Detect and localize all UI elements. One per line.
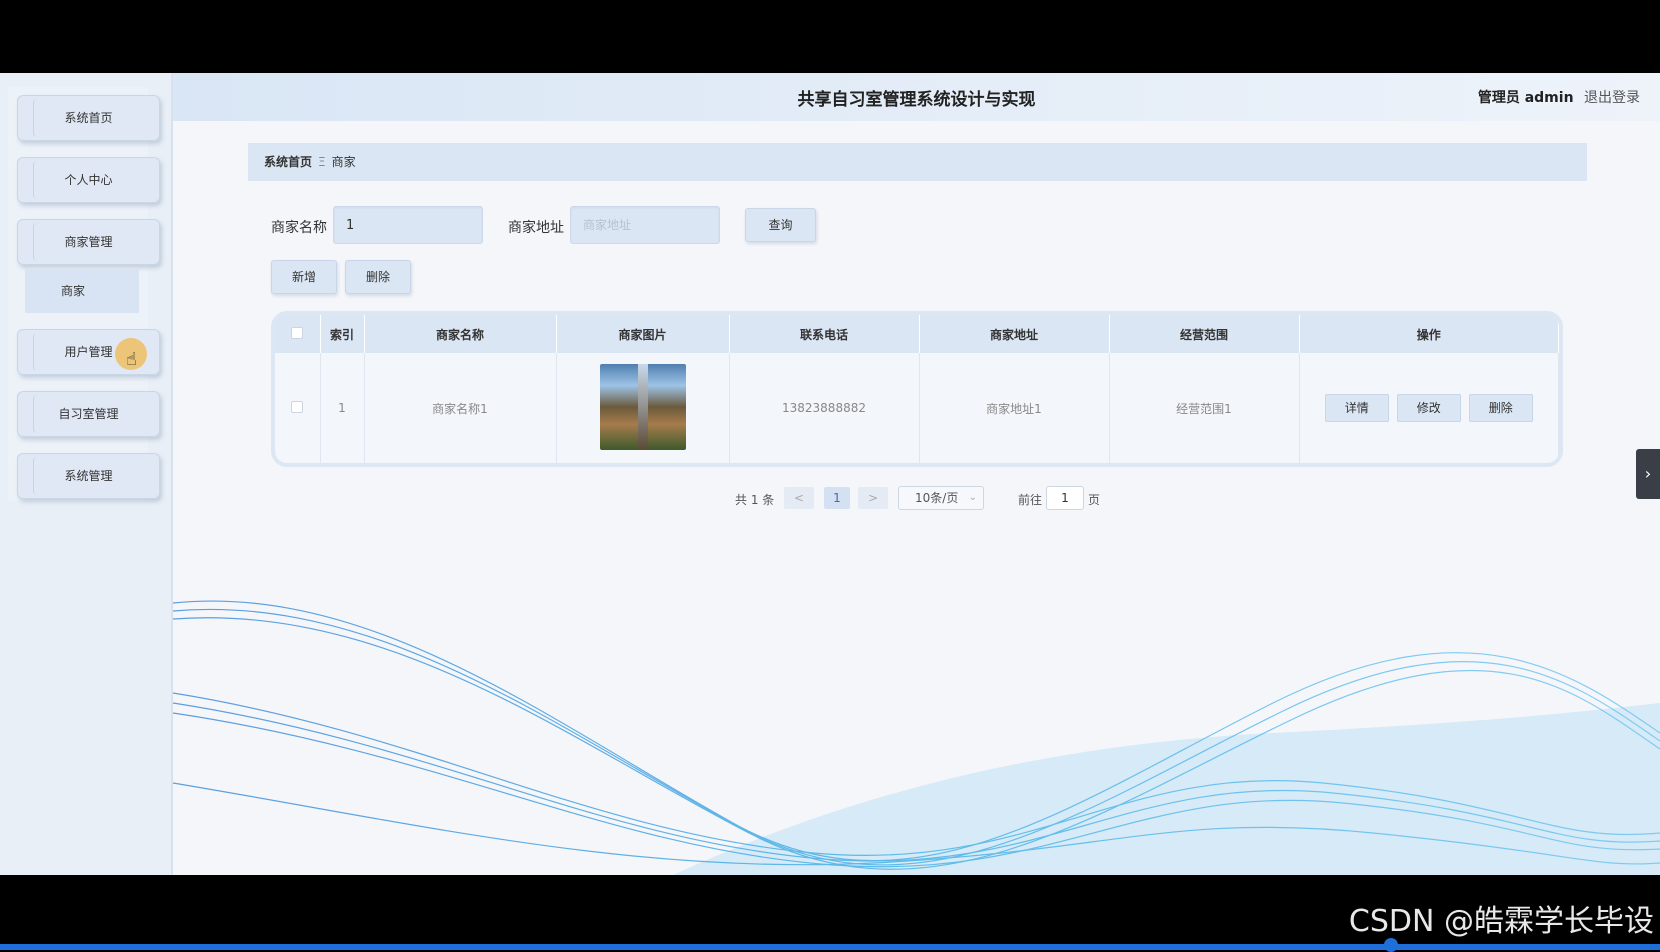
- hand-cursor-icon: ☝: [126, 349, 137, 370]
- row-image-cell: [556, 353, 730, 463]
- page-size-value: 10条/页: [915, 491, 959, 505]
- query-button[interactable]: 查询: [745, 208, 816, 242]
- row-actions: 详情 修改 删除: [1299, 353, 1559, 463]
- merchant-name-label: 商家名称: [271, 220, 327, 236]
- column-header-actions: 操作: [1299, 315, 1559, 353]
- logout-link[interactable]: 退出登录: [1584, 90, 1640, 106]
- edit-button[interactable]: 修改: [1396, 394, 1461, 422]
- merchant-image[interactable]: [599, 363, 686, 450]
- page-title: 共享自习室管理系统设计与实现: [797, 90, 1036, 110]
- column-header-index: 索引: [320, 315, 365, 353]
- chevron-right-icon[interactable]: ›: [1636, 449, 1660, 499]
- app-window: 系统首页 个人中心 商家管理 商家 用户管理 自习室管理 系统管理 ☝ 共享自习…: [0, 73, 1660, 875]
- sidebar-item-system-management[interactable]: 系统管理: [17, 453, 160, 499]
- pagination-total: 共 1 条: [735, 493, 775, 507]
- user-area: 管理员 admin 退出登录: [1478, 87, 1640, 107]
- table-header-row: 索引 商家名称 商家图片 联系电话 商家地址 经营范围 操作: [275, 315, 1559, 353]
- sidebar-subitem-merchant[interactable]: 商家: [25, 269, 139, 313]
- breadcrumb-current: 商家: [331, 155, 356, 169]
- select-all-cell: [275, 315, 321, 353]
- decorative-waves: [173, 600, 1660, 875]
- column-header-address: 商家地址: [919, 315, 1110, 353]
- row-merchant-name: 商家名称1: [364, 353, 557, 463]
- goto-page-input[interactable]: 1: [1046, 486, 1084, 510]
- row-select-cell: [275, 353, 321, 463]
- breadcrumb: 系统首页 Ξ 商家: [248, 143, 1587, 181]
- column-header-image: 商家图片: [556, 315, 730, 353]
- row-index: 1: [320, 353, 365, 463]
- page-number-current[interactable]: 1: [824, 487, 850, 509]
- sidebar-item-study-room-management[interactable]: 自习室管理: [17, 391, 160, 437]
- watermark-text: CSDN @皓霖学长毕设: [1348, 904, 1654, 939]
- merchant-address-label: 商家地址: [508, 220, 564, 236]
- goto-prefix: 前往: [1018, 493, 1043, 507]
- sidebar: 系统首页 个人中心 商家管理 商家 用户管理 自习室管理 系统管理 ☝: [0, 73, 173, 875]
- merchant-name-input[interactable]: [333, 206, 483, 244]
- page-size-select[interactable]: 10条/页 ⌄: [898, 486, 984, 510]
- user-label: 管理员 admin: [1477, 90, 1574, 106]
- column-header-scope: 经营范围: [1109, 315, 1300, 353]
- select-all-checkbox[interactable]: [291, 326, 304, 339]
- delete-selected-button[interactable]: 删除: [345, 260, 411, 294]
- chevron-down-icon: ⌄: [968, 492, 977, 503]
- row-scope: 经营范围1: [1109, 353, 1300, 463]
- top-header: 共享自习室管理系统设计与实现 管理员 admin 退出登录: [173, 73, 1660, 121]
- delete-row-button[interactable]: 删除: [1468, 394, 1533, 422]
- sidebar-item-home[interactable]: 系统首页: [17, 95, 160, 141]
- prev-page-button[interactable]: <: [784, 487, 814, 509]
- merchant-address-input[interactable]: [570, 206, 720, 244]
- column-header-name: 商家名称: [364, 315, 557, 353]
- merchant-table: 索引 商家名称 商家图片 联系电话 商家地址 经营范围 操作 1 商家名称1 1…: [271, 311, 1563, 467]
- column-header-phone: 联系电话: [729, 315, 920, 353]
- sidebar-item-profile[interactable]: 个人中心: [17, 157, 160, 203]
- row-address: 商家地址1: [919, 353, 1110, 463]
- goto-suffix: 页: [1088, 493, 1101, 507]
- table-row: 1 商家名称1 13823888882 商家地址1 经营范围1 详情 修改 删除: [275, 353, 1559, 463]
- video-progress-bar[interactable]: [0, 944, 1660, 950]
- row-checkbox[interactable]: [291, 400, 304, 413]
- breadcrumb-home[interactable]: 系统首页: [264, 155, 312, 169]
- next-page-button[interactable]: >: [858, 487, 888, 509]
- row-phone: 13823888882: [729, 353, 920, 463]
- add-button[interactable]: 新增: [271, 260, 337, 294]
- sidebar-item-merchant-management[interactable]: 商家管理: [17, 219, 160, 265]
- breadcrumb-separator: Ξ: [318, 155, 326, 169]
- detail-button[interactable]: 详情: [1324, 394, 1389, 422]
